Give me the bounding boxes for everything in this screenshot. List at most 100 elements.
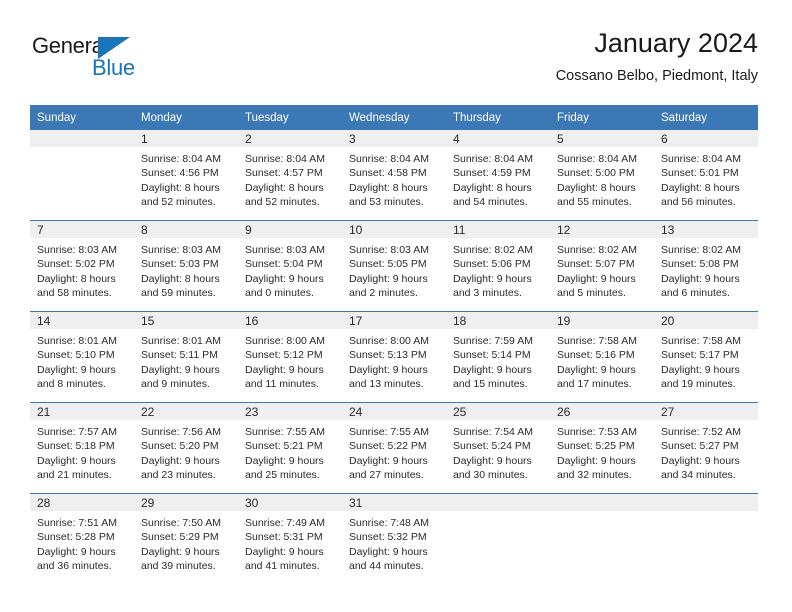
calendar-day-cell[interactable]: 10 Sunrise: 8:03 AM Sunset: 5:05 PM Dayligh… xyxy=(342,220,446,312)
sunset-text: Sunset: 5:08 PM xyxy=(661,258,739,271)
daylight-text: and 0 minutes. xyxy=(245,286,314,299)
daylight-text: and 53 minutes. xyxy=(349,195,424,208)
day-number: 6 xyxy=(654,130,758,147)
calendar-day-cell[interactable]: 1 Sunrise: 8:04 AM Sunset: 4:56 PM Daylight… xyxy=(134,130,238,221)
calendar-day-cell[interactable]: 26 Sunrise: 7:53 AM Sunset: 5:25 PM Dayligh… xyxy=(550,402,654,494)
calendar-body: 1 Sunrise: 8:04 AM Sunset: 4:56 PM Daylight… xyxy=(30,130,758,584)
day-number: 29 xyxy=(134,494,238,511)
calendar-week-row: 14 Sunrise: 8:01 AM Sunset: 5:10 PM Dayligh… xyxy=(30,311,758,403)
daylight-text: Daylight: 8 hours xyxy=(37,272,116,285)
weekday-header-sunday: Sunday xyxy=(30,105,134,130)
sunrise-text: Sunrise: 7:57 AM xyxy=(37,426,117,438)
daylight-text: Daylight: 9 hours xyxy=(557,272,636,285)
day-details: Sunrise: 7:55 AM Sunset: 5:21 PM Daylight:… xyxy=(238,420,342,482)
daylight-text: Daylight: 9 hours xyxy=(349,363,428,376)
day-details: Sunrise: 7:58 AM Sunset: 5:16 PM Daylight:… xyxy=(550,329,654,391)
daylight-text: and 15 minutes. xyxy=(453,377,528,390)
daylight-text: and 6 minutes. xyxy=(661,286,730,299)
day-number: 13 xyxy=(654,221,758,238)
calendar-day-cell[interactable]: 14 Sunrise: 8:01 AM Sunset: 5:10 PM Dayligh… xyxy=(30,311,134,403)
daylight-text: Daylight: 9 hours xyxy=(245,454,324,467)
sunrise-text: Sunrise: 7:52 AM xyxy=(661,426,741,438)
day-number xyxy=(30,130,134,147)
calendar-day-cell[interactable]: 7 Sunrise: 8:03 AM Sunset: 5:02 PM Daylight… xyxy=(30,220,134,312)
sunrise-text: Sunrise: 8:03 AM xyxy=(245,244,325,256)
day-details: Sunrise: 8:02 AM Sunset: 5:07 PM Daylight:… xyxy=(550,238,654,300)
day-number xyxy=(550,494,654,511)
calendar-day-cell[interactable]: 16 Sunrise: 8:00 AM Sunset: 5:12 PM Dayligh… xyxy=(238,311,342,403)
daylight-text: Daylight: 8 hours xyxy=(661,181,740,194)
calendar-day-cell[interactable]: 22 Sunrise: 7:56 AM Sunset: 5:20 PM Dayligh… xyxy=(134,402,238,494)
calendar-head: Sunday Monday Tuesday Wednesday Thursday Frid… xyxy=(30,105,758,130)
daylight-text: and 19 minutes. xyxy=(661,377,736,390)
sunrise-text: Sunrise: 7:48 AM xyxy=(349,517,429,529)
general-blue-logo[interactable]: General Blue xyxy=(32,34,162,88)
calendar-day-cell[interactable]: 31 Sunrise: 7:48 AM Sunset: 5:32 PM Dayligh… xyxy=(342,493,446,584)
page-subtitle: Cossano Belbo, Piedmont, Italy xyxy=(555,68,758,84)
calendar-day-cell[interactable]: 30 Sunrise: 7:49 AM Sunset: 5:31 PM Dayligh… xyxy=(238,493,342,584)
calendar-day-cell[interactable]: 19 Sunrise: 7:58 AM Sunset: 5:16 PM Dayligh… xyxy=(550,311,654,403)
calendar-day-cell[interactable]: 21 Sunrise: 7:57 AM Sunset: 5:18 PM Dayligh… xyxy=(30,402,134,494)
page-title: January 2024 xyxy=(594,28,758,58)
sunrise-text: Sunrise: 8:00 AM xyxy=(245,335,325,347)
weekday-header-row: Sunday Monday Tuesday Wednesday Thursday Frid… xyxy=(30,105,758,130)
day-details: Sunrise: 7:57 AM Sunset: 5:18 PM Daylight:… xyxy=(30,420,134,482)
day-details xyxy=(446,511,550,516)
day-number: 1 xyxy=(134,130,238,147)
sunset-text: Sunset: 5:29 PM xyxy=(141,531,219,544)
daylight-text: and 58 minutes. xyxy=(37,286,112,299)
day-details: Sunrise: 8:01 AM Sunset: 5:11 PM Daylight:… xyxy=(134,329,238,391)
calendar-day-cell[interactable]: 18 Sunrise: 7:59 AM Sunset: 5:14 PM Dayligh… xyxy=(446,311,550,403)
day-details xyxy=(654,511,758,516)
daylight-text: Daylight: 9 hours xyxy=(141,363,220,376)
daylight-text: Daylight: 9 hours xyxy=(661,272,740,285)
day-number: 23 xyxy=(238,403,342,420)
calendar-day-cell[interactable]: 27 Sunrise: 7:52 AM Sunset: 5:27 PM Dayligh… xyxy=(654,402,758,494)
day-details xyxy=(550,511,654,516)
day-details: Sunrise: 7:56 AM Sunset: 5:20 PM Daylight:… xyxy=(134,420,238,482)
day-details: Sunrise: 8:00 AM Sunset: 5:12 PM Daylight:… xyxy=(238,329,342,391)
sunset-text: Sunset: 5:02 PM xyxy=(37,258,115,271)
day-details: Sunrise: 8:04 AM Sunset: 4:58 PM Daylight:… xyxy=(342,147,446,209)
sunset-text: Sunset: 5:28 PM xyxy=(37,531,115,544)
day-details: Sunrise: 7:58 AM Sunset: 5:17 PM Daylight:… xyxy=(654,329,758,391)
daylight-text: Daylight: 8 hours xyxy=(349,181,428,194)
daylight-text: and 55 minutes. xyxy=(557,195,632,208)
calendar-week-row: 28 Sunrise: 7:51 AM Sunset: 5:28 PM Dayligh… xyxy=(30,493,758,584)
daylight-text: Daylight: 8 hours xyxy=(141,272,220,285)
calendar-day-cell[interactable]: 3 Sunrise: 8:04 AM Sunset: 4:58 PM Daylight… xyxy=(342,130,446,221)
day-number: 27 xyxy=(654,403,758,420)
calendar-day-cell[interactable]: 28 Sunrise: 7:51 AM Sunset: 5:28 PM Dayligh… xyxy=(30,493,134,584)
calendar-day-cell[interactable]: 9 Sunrise: 8:03 AM Sunset: 5:04 PM Daylight… xyxy=(238,220,342,312)
calendar-day-cell[interactable]: 12 Sunrise: 8:02 AM Sunset: 5:07 PM Dayligh… xyxy=(550,220,654,312)
calendar-day-cell[interactable]: 4 Sunrise: 8:04 AM Sunset: 4:59 PM Daylight… xyxy=(446,130,550,221)
calendar-day-cell[interactable]: 29 Sunrise: 7:50 AM Sunset: 5:29 PM Dayligh… xyxy=(134,493,238,584)
calendar-day-cell[interactable]: 8 Sunrise: 8:03 AM Sunset: 5:03 PM Daylight… xyxy=(134,220,238,312)
calendar-day-cell[interactable]: 23 Sunrise: 7:55 AM Sunset: 5:21 PM Dayligh… xyxy=(238,402,342,494)
day-details: Sunrise: 8:01 AM Sunset: 5:10 PM Daylight:… xyxy=(30,329,134,391)
calendar-day-cell[interactable]: 11 Sunrise: 8:02 AM Sunset: 5:06 PM Dayligh… xyxy=(446,220,550,312)
sunset-text: Sunset: 5:12 PM xyxy=(245,349,323,362)
daylight-text: and 52 minutes. xyxy=(141,195,216,208)
daylight-text: Daylight: 8 hours xyxy=(557,181,636,194)
daylight-text: and 5 minutes. xyxy=(557,286,626,299)
calendar-day-cell[interactable]: 15 Sunrise: 8:01 AM Sunset: 5:11 PM Dayligh… xyxy=(134,311,238,403)
calendar-day-cell[interactable]: 2 Sunrise: 8:04 AM Sunset: 4:57 PM Daylight… xyxy=(238,130,342,221)
day-details: Sunrise: 8:03 AM Sunset: 5:05 PM Daylight:… xyxy=(342,238,446,300)
calendar-day-cell[interactable]: 13 Sunrise: 8:02 AM Sunset: 5:08 PM Dayligh… xyxy=(654,220,758,312)
calendar-day-cell[interactable]: 20 Sunrise: 7:58 AM Sunset: 5:17 PM Dayligh… xyxy=(654,311,758,403)
daylight-text: Daylight: 9 hours xyxy=(37,454,116,467)
day-number: 30 xyxy=(238,494,342,511)
calendar-day-cell[interactable]: 6 Sunrise: 8:04 AM Sunset: 5:01 PM Daylight… xyxy=(654,130,758,221)
calendar-day-cell[interactable]: 5 Sunrise: 8:04 AM Sunset: 5:00 PM Daylight… xyxy=(550,130,654,221)
sunrise-text: Sunrise: 7:50 AM xyxy=(141,517,221,529)
day-number xyxy=(446,494,550,511)
calendar-day-cell[interactable]: 24 Sunrise: 7:55 AM Sunset: 5:22 PM Dayligh… xyxy=(342,402,446,494)
day-number: 25 xyxy=(446,403,550,420)
day-number: 2 xyxy=(238,130,342,147)
calendar-day-cell[interactable]: 25 Sunrise: 7:54 AM Sunset: 5:24 PM Dayligh… xyxy=(446,402,550,494)
sunrise-text: Sunrise: 7:55 AM xyxy=(349,426,429,438)
daylight-text: Daylight: 9 hours xyxy=(453,272,532,285)
calendar-day-cell[interactable]: 17 Sunrise: 8:00 AM Sunset: 5:13 PM Dayligh… xyxy=(342,311,446,403)
weekday-header-saturday: Saturday xyxy=(654,105,758,130)
